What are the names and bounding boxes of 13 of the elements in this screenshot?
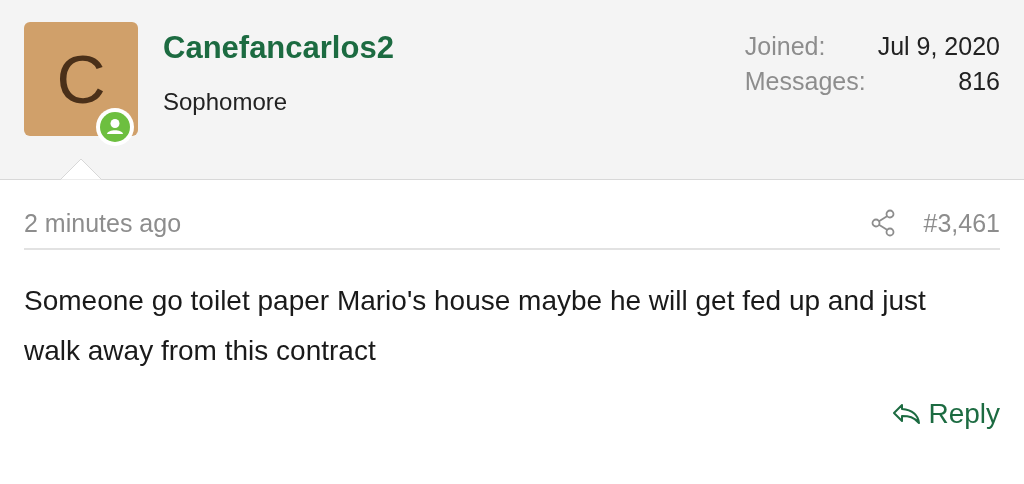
stat-value: 816 [957,67,1000,96]
post-body: Someone go toilet paper Mario's house maybe he will get fed up and just walk away from this contract [24,284,927,368]
user-title: Sophomore [163,88,289,116]
post-number-link[interactable]: #3,461 [923,208,1000,238]
share-icon[interactable] [869,209,896,237]
stat-label: Joined: [744,32,827,61]
avatar[interactable]: C [24,22,138,136]
post-time: 2 minutes ago [24,208,182,238]
stat-value: Jul 9, 2020 [877,32,1000,61]
reply-icon [892,402,923,426]
reply-link[interactable]: Reply [892,398,1000,430]
stat-label: Messages: [744,67,866,96]
username-link[interactable]: Canefancarlos2 [163,30,394,66]
